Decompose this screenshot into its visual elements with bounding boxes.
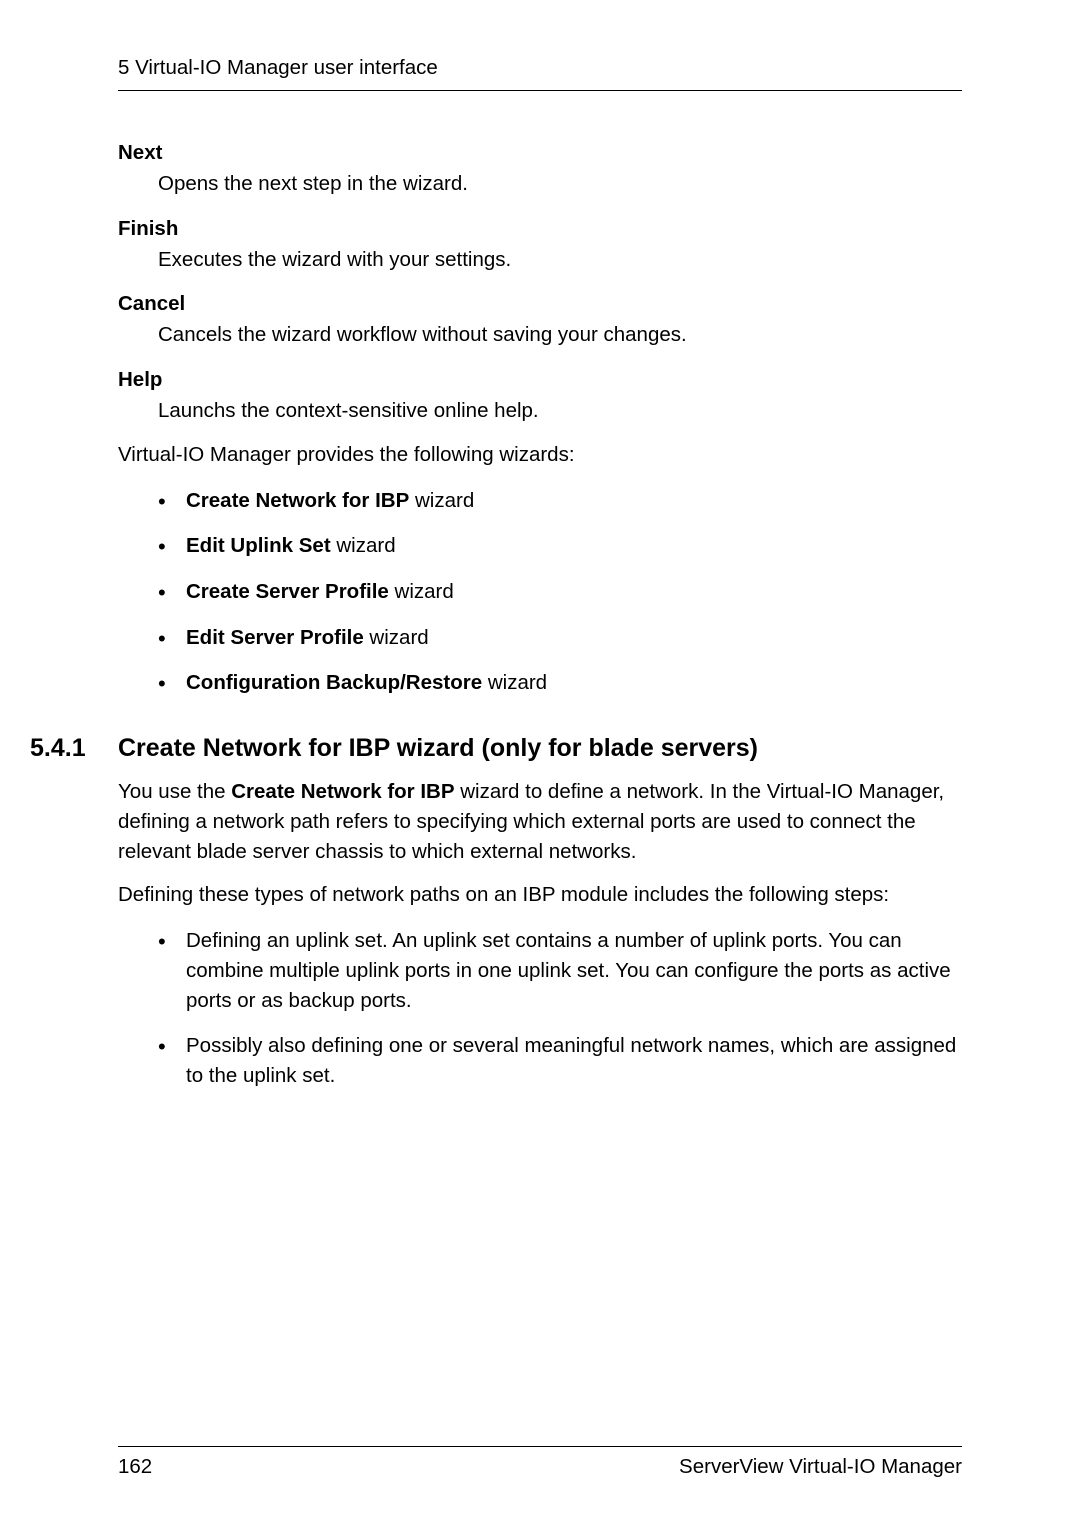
list-item-rest: wizard	[364, 626, 429, 649]
body-paragraph-1: You use the Create Network for IBP wizar…	[118, 777, 962, 866]
list-item: Configuration Backup/Restore wizard	[158, 668, 962, 698]
list-item-rest: wizard	[409, 489, 474, 512]
p1-prefix: You use the	[118, 780, 231, 803]
list-item-bold: Configuration Backup/Restore	[186, 671, 482, 694]
list-item-bold: Edit Server Profile	[186, 626, 364, 649]
def-desc-help: Launchs the context-sensitive online hel…	[158, 396, 962, 426]
list-item-bold: Create Server Profile	[186, 580, 389, 603]
list-item: Create Network for IBP wizard	[158, 486, 962, 516]
footer-divider	[118, 1446, 962, 1447]
section-heading: 5.4.1 Create Network for IBP wizard (onl…	[118, 734, 962, 763]
page-footer: 162 ServerView Virtual-IO Manager	[118, 1446, 962, 1479]
wizard-list: Create Network for IBP wizard Edit Uplin…	[118, 486, 962, 699]
def-term-next: Next	[118, 141, 962, 165]
page-header: 5 Virtual-IO Manager user interface	[118, 56, 962, 80]
doc-title: ServerView Virtual-IO Manager	[679, 1455, 962, 1479]
list-item-rest: wizard	[482, 671, 547, 694]
def-desc-finish: Executes the wizard with your settings.	[158, 245, 962, 275]
steps-list: Defining an uplink set. An uplink set co…	[118, 926, 962, 1091]
header-divider	[118, 90, 962, 91]
def-term-cancel: Cancel	[118, 292, 962, 316]
list-item-rest: wizard	[389, 580, 454, 603]
list-item: Edit Uplink Set wizard	[158, 531, 962, 561]
def-desc-next: Opens the next step in the wizard.	[158, 169, 962, 199]
list-item: Defining an uplink set. An uplink set co…	[158, 926, 962, 1015]
list-item-rest: wizard	[331, 534, 396, 557]
footer-line: 162 ServerView Virtual-IO Manager	[118, 1455, 962, 1479]
def-desc-cancel: Cancels the wizard workflow without savi…	[158, 320, 962, 350]
list-item-bold: Create Network for IBP	[186, 489, 409, 512]
list-item-bold: Edit Uplink Set	[186, 534, 331, 557]
wizard-intro: Virtual-IO Manager provides the followin…	[118, 440, 962, 470]
def-term-help: Help	[118, 368, 962, 392]
def-term-finish: Finish	[118, 217, 962, 241]
page-container: 5 Virtual-IO Manager user interface Next…	[0, 0, 1080, 1531]
page-number: 162	[118, 1455, 152, 1479]
p1-bold: Create Network for IBP	[231, 780, 454, 803]
section-number: 5.4.1	[30, 734, 118, 763]
definition-list: Next Opens the next step in the wizard. …	[118, 141, 962, 426]
body-paragraph-2: Defining these types of network paths on…	[118, 880, 962, 910]
list-item: Edit Server Profile wizard	[158, 623, 962, 653]
section-title: Create Network for IBP wizard (only for …	[118, 734, 758, 763]
list-item: Create Server Profile wizard	[158, 577, 962, 607]
list-item: Possibly also defining one or several me…	[158, 1031, 962, 1090]
